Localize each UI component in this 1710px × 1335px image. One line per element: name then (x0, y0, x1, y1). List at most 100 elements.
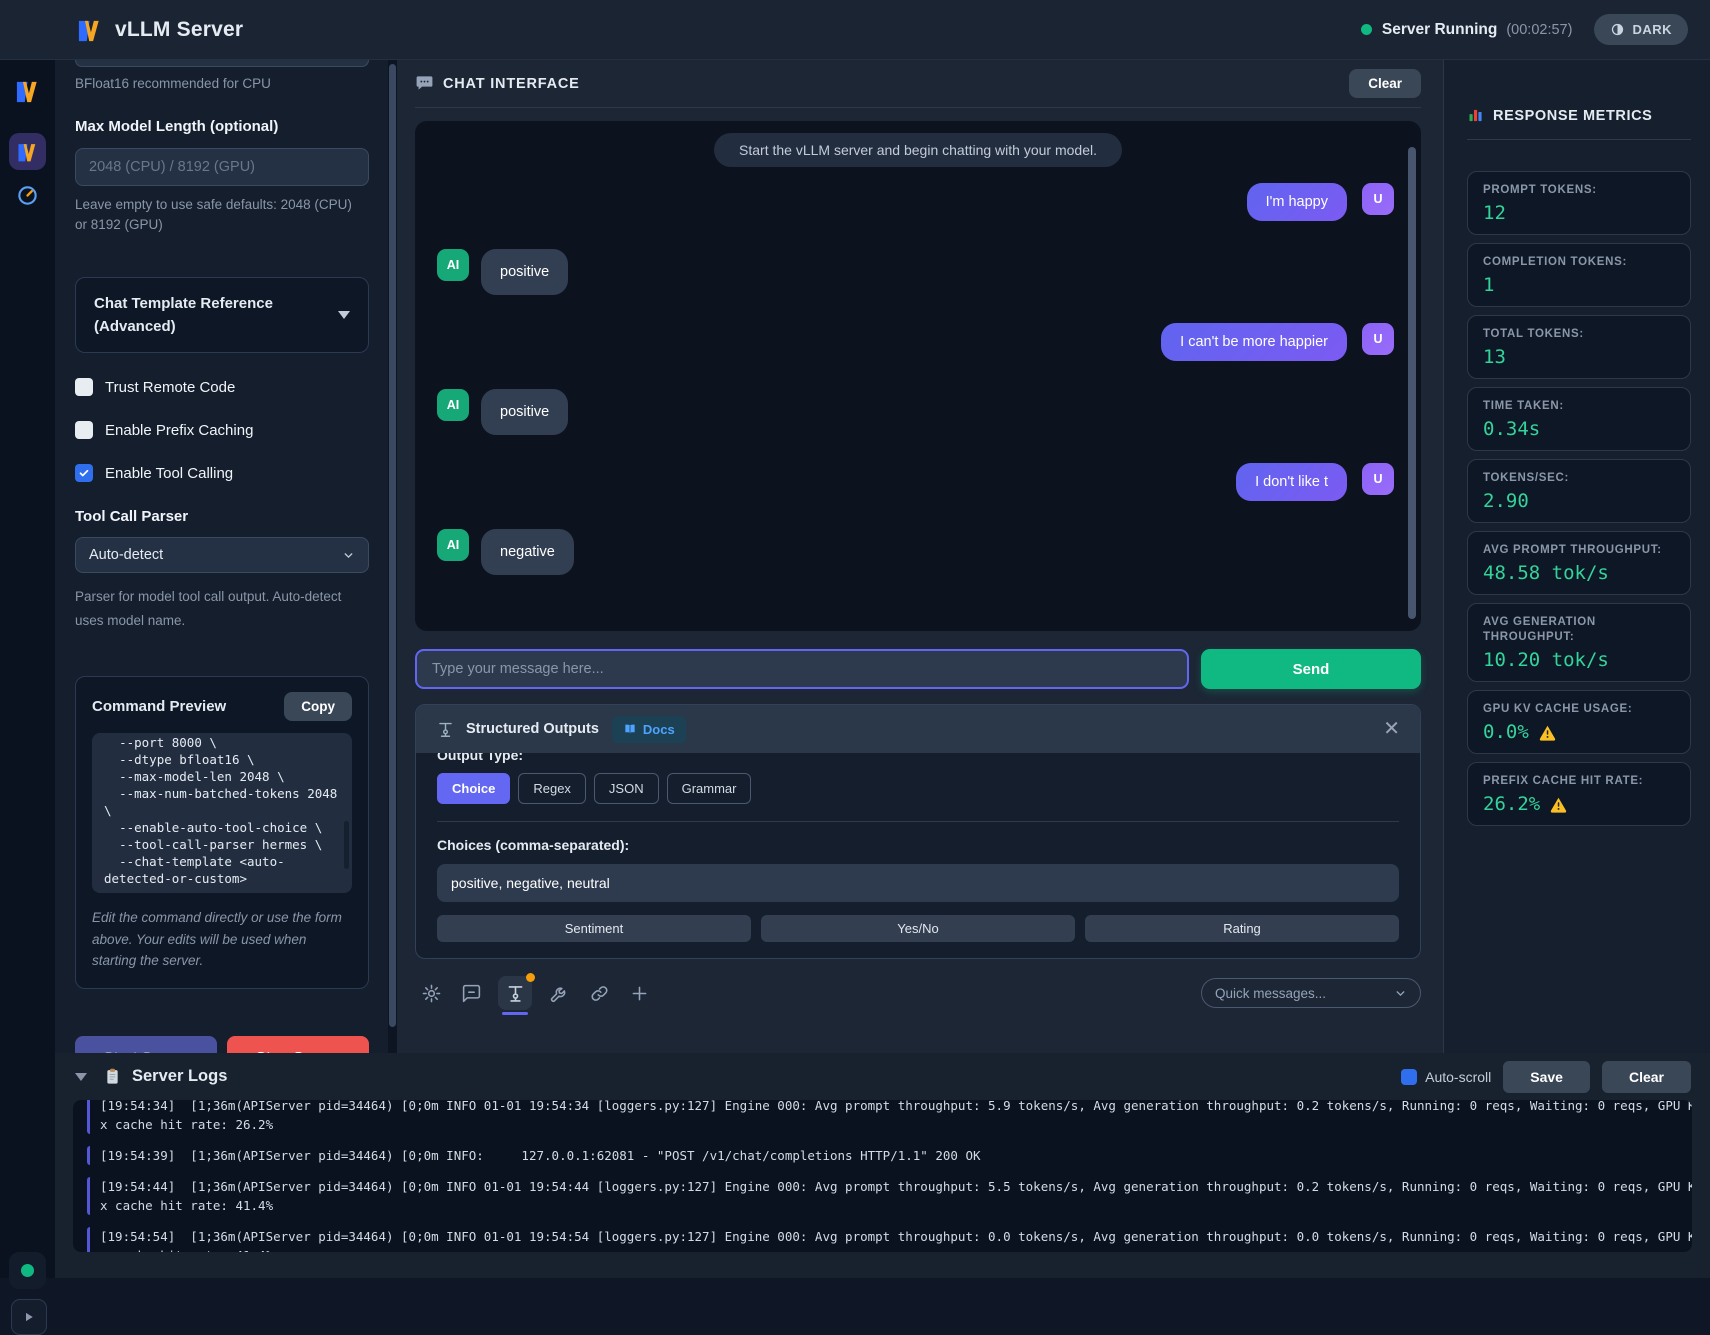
collapse-triangle-icon[interactable] (75, 1073, 87, 1081)
send-button[interactable]: Send (1201, 649, 1421, 689)
output-type-button[interactable]: JSON (594, 773, 659, 804)
book-icon (623, 722, 637, 736)
chat-message-user: I'm happy U (415, 183, 1421, 221)
vllm-logo-icon (76, 16, 103, 43)
vllm-logo-icon (16, 140, 39, 163)
autoscroll-toggle[interactable]: Auto-scroll (1401, 1069, 1491, 1085)
structured-outputs-title: Structured Outputs (466, 721, 599, 737)
settings-checkbox-row[interactable]: Enable Tool Calling (75, 463, 369, 483)
metric-value: 26.2% (1483, 793, 1675, 815)
checkbox[interactable] (75, 421, 93, 439)
logs-clear-button[interactable]: Clear (1602, 1061, 1691, 1093)
metric-label: AVG GENERATION THROUGHPUT: (1483, 615, 1675, 645)
chat-message-area[interactable]: Start the vLLM server and begin chatting… (415, 121, 1421, 631)
command-text: --port 8000 \ --dtype bfloat16 \ --max-m… (104, 734, 340, 887)
chat-template-reference-toggle[interactable]: Chat Template Reference (Advanced) (75, 277, 369, 353)
chevron-down-icon (342, 549, 355, 562)
chat-clear-button[interactable]: Clear (1349, 69, 1421, 98)
user-message-bubble: I'm happy (1247, 183, 1347, 221)
code-scrollbar-thumb[interactable] (344, 821, 349, 869)
metric-value: 0.0% (1483, 721, 1675, 743)
metric-card: PROMPT TOKENS: 12 (1467, 171, 1691, 235)
output-type-button[interactable]: Regex (518, 773, 586, 804)
rail-play-button[interactable] (11, 1299, 47, 1335)
command-preview-code[interactable]: --port 8000 \ --dtype bfloat16 \ --max-m… (92, 733, 352, 893)
structured-outputs-body: Output Type: ChoiceRegexJSONGrammar Choi… (416, 753, 1420, 958)
metric-value: 13 (1483, 346, 1675, 368)
log-line: [19:54:54] [1;36m(APIServer pid=34464) [… (100, 1227, 1678, 1246)
server-uptime: (00:02:57) (1506, 22, 1572, 38)
metric-label: PREFIX CACHE HIT RATE: (1483, 774, 1675, 789)
choices-label: Choices (comma-separated): (437, 837, 1399, 853)
user-avatar: U (1362, 183, 1394, 215)
output-type-button[interactable]: Grammar (667, 773, 752, 804)
metric-value: 2.90 (1483, 490, 1675, 512)
settings-checkbox-row[interactable]: Trust Remote Code (75, 377, 369, 397)
ai-avatar: AI (437, 249, 469, 281)
ai-message-bubble: positive (481, 249, 568, 295)
structured-outputs-icon (436, 720, 455, 739)
autoscroll-checkbox[interactable] (1401, 1069, 1417, 1085)
chat-message-ai: AI positive (415, 389, 1421, 435)
divider (1467, 139, 1691, 140)
metric-value-text: 26.2% (1483, 793, 1540, 815)
gauge-icon[interactable] (16, 184, 39, 207)
preset-button[interactable]: Yes/No (761, 915, 1075, 942)
warning-icon (1538, 723, 1557, 742)
structured-outputs-toggle-icon[interactable] (498, 976, 532, 1010)
message-input[interactable] (415, 649, 1189, 689)
chat-panel-title: CHAT INTERFACE (443, 76, 580, 92)
settings-scrollbar-thumb[interactable] (389, 64, 396, 1027)
dtype-select-clipped[interactable] (75, 60, 369, 67)
log-entry: [19:54:39] [1;36m(APIServer pid=34464) [… (87, 1146, 1678, 1165)
tool-call-parser-value: Auto-detect (89, 547, 163, 563)
max-model-length-input[interactable] (75, 148, 369, 186)
metric-card: TOKENS/SEC: 2.90 (1467, 459, 1691, 523)
theme-toggle-button[interactable]: DARK (1594, 14, 1688, 45)
preset-button[interactable]: Rating (1085, 915, 1399, 942)
settings-checkbox-row[interactable]: Enable Prefix Caching (75, 420, 369, 440)
close-icon[interactable]: ✕ (1383, 719, 1400, 739)
chat-message-ai: AI negative (415, 529, 1421, 575)
chat-input-row: Send (415, 649, 1421, 689)
server-logs-actions: Auto-scroll Save Clear (1401, 1061, 1691, 1093)
play-icon (20, 1308, 38, 1326)
tool-call-parser-help: Parser for model tool call output. Auto-… (75, 585, 369, 633)
output-type-button[interactable]: Choice (437, 773, 510, 804)
link-icon[interactable] (586, 980, 612, 1006)
copy-button[interactable]: Copy (284, 692, 352, 721)
metric-value-text: 13 (1483, 346, 1506, 368)
user-message-bubble: I can't be more happier (1161, 323, 1347, 361)
checkbox[interactable] (75, 464, 93, 482)
message-square-icon[interactable] (458, 980, 484, 1006)
preset-button[interactable]: Sentiment (437, 915, 751, 942)
tool-call-parser-select[interactable]: Auto-detect (75, 537, 369, 573)
max-model-length-label: Max Model Length (optional) (75, 118, 369, 135)
rail-item-server[interactable] (9, 133, 46, 170)
chat-toolbar: Quick messages... (418, 976, 1421, 1010)
settings-gear-icon[interactable] (418, 980, 444, 1006)
metric-value-text: 12 (1483, 202, 1506, 224)
metric-card: COMPLETION TOKENS: 1 (1467, 243, 1691, 307)
logs-save-button[interactable]: Save (1503, 1061, 1590, 1093)
app-header: vLLM Server Server Running (00:02:57) DA… (0, 0, 1710, 60)
metric-label: PROMPT TOKENS: (1483, 183, 1675, 198)
plus-icon[interactable] (626, 980, 652, 1006)
chat-scrollbar-thumb[interactable] (1408, 147, 1416, 619)
message-list: I'm happy U AI positive I can't be more … (415, 183, 1421, 575)
log-line: x cache hit rate: 41.4% (100, 1196, 1678, 1215)
wrench-icon[interactable] (546, 980, 572, 1006)
server-status-label: Server Running (1382, 21, 1497, 39)
metric-value: 0.34s (1483, 418, 1675, 440)
checkbox[interactable] (75, 378, 93, 396)
command-preview-note: Edit the command directly or use the for… (92, 907, 352, 972)
docs-button[interactable]: Docs (612, 716, 686, 743)
quick-messages-select[interactable]: Quick messages... (1201, 978, 1421, 1008)
choices-input[interactable] (437, 864, 1399, 902)
server-logs-output[interactable]: [19:54:34] [1;36m(APIServer pid=34464) [… (73, 1100, 1692, 1252)
metric-value: 10.20 tok/s (1483, 649, 1675, 671)
log-line: [19:54:44] [1;36m(APIServer pid=34464) [… (100, 1177, 1678, 1196)
docs-button-label: Docs (643, 722, 675, 737)
server-logs-panel: Server Logs Auto-scroll Save Clear [19:5… (55, 1053, 1710, 1278)
command-preview-title: Command Preview (92, 698, 226, 715)
